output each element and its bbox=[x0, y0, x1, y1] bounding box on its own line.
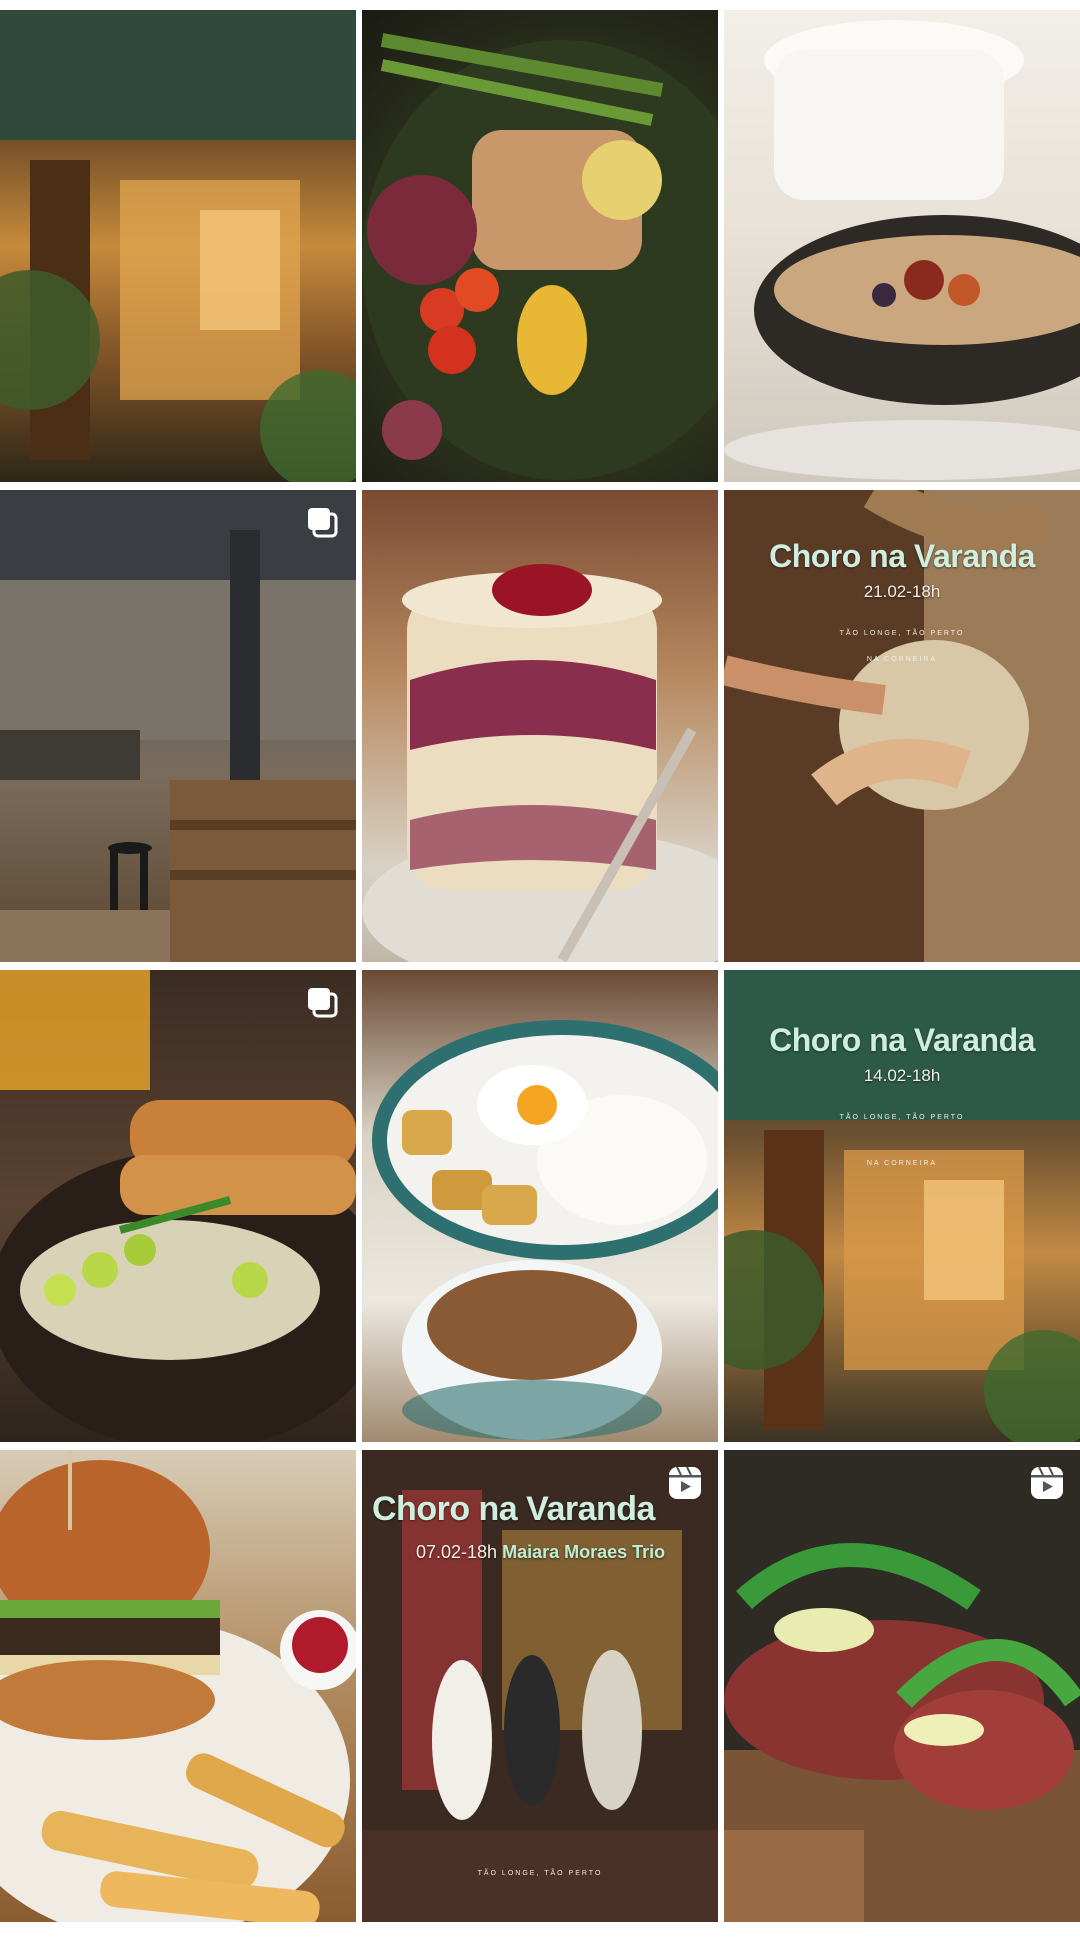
post-tile-choro-event-2102[interactable]: Choro na Varanda 21.02-18h TÃO LONGE, TÃ… bbox=[724, 490, 1080, 962]
carousel-icon bbox=[308, 508, 338, 538]
post-tile-granola-bowl[interactable] bbox=[724, 10, 1080, 482]
post-photo bbox=[0, 970, 356, 1442]
post-photo bbox=[0, 1450, 356, 1922]
post-photo bbox=[0, 490, 356, 962]
post-tile-restaurant-exterior[interactable] bbox=[0, 10, 356, 482]
post-tile-choro-event-1402[interactable]: Choro na Varanda 14.02-18h TÃO LONGE, TÃ… bbox=[724, 970, 1080, 1442]
event-date: 07.02-18h bbox=[416, 1542, 498, 1562]
event-date: 21.02-18h bbox=[863, 582, 941, 601]
event-date: 14.02-18h bbox=[863, 1066, 941, 1085]
profile-post-grid: Choro na Varanda 21.02-18h TÃO LONGE, TÃ… bbox=[0, 10, 1080, 1922]
event-date-artist: 07.02-18h Maiara Moraes Trio bbox=[416, 1542, 665, 1563]
post-tile-ceviche-bowl[interactable] bbox=[0, 970, 356, 1442]
post-photo bbox=[724, 10, 1080, 482]
post-tile-grilled-fish-plate[interactable] bbox=[362, 10, 718, 482]
post-tile-bruschetta-reel[interactable] bbox=[724, 1450, 1080, 1922]
event-artist: Maiara Moraes Trio bbox=[502, 1542, 666, 1562]
event-tagline: TÃO LONGE, TÃO PERTO bbox=[839, 630, 965, 637]
event-title: Choro na Varanda bbox=[769, 538, 1035, 574]
event-title: Choro na Varanda bbox=[372, 1490, 655, 1528]
event-venue: NA CORNEIRA bbox=[866, 1160, 938, 1167]
post-photo bbox=[724, 1450, 1080, 1922]
post-photo bbox=[362, 490, 718, 962]
post-photo bbox=[362, 10, 718, 482]
post-tile-choro-event-0702-reel[interactable]: Choro na Varanda 07.02-18h Maiara Moraes… bbox=[362, 1450, 718, 1922]
carousel-icon bbox=[308, 988, 338, 1018]
post-photo bbox=[0, 10, 356, 482]
event-tagline: TÃO LONGE, TÃO PERTO bbox=[477, 1870, 603, 1877]
post-tile-rice-egg-plate[interactable] bbox=[362, 970, 718, 1442]
reel-icon bbox=[1031, 1466, 1063, 1499]
event-venue: NA CORNEIRA bbox=[866, 656, 938, 663]
post-photo bbox=[362, 970, 718, 1442]
post-tile-bar-construction[interactable] bbox=[0, 490, 356, 962]
post-tile-layered-dessert[interactable] bbox=[362, 490, 718, 962]
event-tagline: TÃO LONGE, TÃO PERTO bbox=[839, 1114, 965, 1121]
post-tile-burger-fries[interactable] bbox=[0, 1450, 356, 1922]
event-title: Choro na Varanda bbox=[769, 1022, 1035, 1058]
